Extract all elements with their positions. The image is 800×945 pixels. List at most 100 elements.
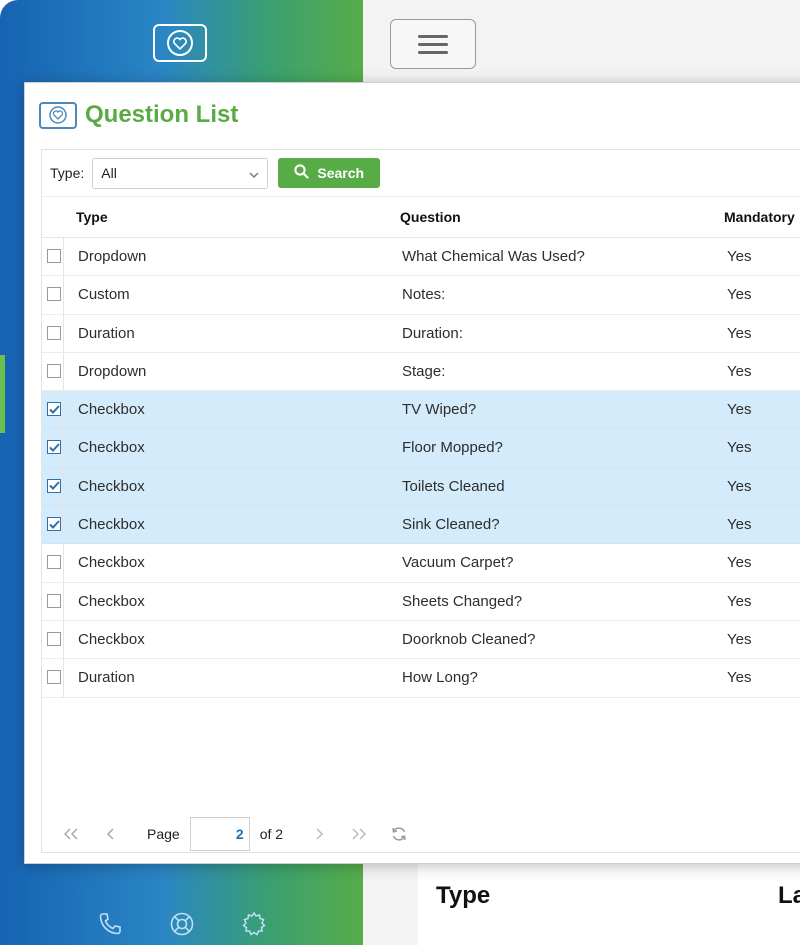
pagination-bar: Page 2 of 2 <box>41 815 800 853</box>
cell-question: TV Wiped? <box>402 401 477 419</box>
background-column-type: Type <box>436 882 491 909</box>
checkbox-column-divider <box>63 238 64 276</box>
cell-question: Vacuum Carpet? <box>402 554 514 572</box>
grid-header: Type Question Mandatory <box>42 197 800 238</box>
last-page-icon[interactable] <box>349 824 369 844</box>
type-filter-label: Type: <box>50 165 85 181</box>
cell-mandatory: Yes <box>727 248 752 265</box>
sidebar-active-indicator <box>0 355 5 433</box>
checkbox-column-divider <box>63 314 64 352</box>
cell-mandatory: Yes <box>727 362 752 380</box>
type-filter-value: All <box>101 165 117 181</box>
cell-type: Checkbox <box>78 554 145 572</box>
row-checkbox[interactable] <box>47 555 61 570</box>
cell-question: What Chemical Was Used? <box>402 248 585 265</box>
row-checkbox[interactable] <box>47 249 61 263</box>
cell-type: Dropdown <box>78 362 147 380</box>
row-checkbox[interactable] <box>47 440 61 455</box>
table-row[interactable]: Checkbox Sink Cleaned? Yes <box>42 506 800 545</box>
prev-page-icon[interactable] <box>101 824 121 844</box>
row-checkbox[interactable] <box>47 287 61 302</box>
cell-mandatory: Yes <box>727 324 752 342</box>
checkbox-column-divider <box>63 506 64 544</box>
support-icon[interactable] <box>168 910 196 938</box>
table-row[interactable]: Checkbox Floor Mopped? Yes <box>42 429 800 468</box>
table-row[interactable]: Custom Notes: Yes <box>42 276 800 315</box>
checkmark-icon <box>48 443 60 452</box>
cell-mandatory: Yes <box>727 439 752 457</box>
checkmark-icon <box>48 481 60 491</box>
question-grid: Type: All Search Type Question Mandatory… <box>41 149 800 853</box>
table-row[interactable]: Checkbox Sheets Changed? Yes <box>42 582 800 621</box>
row-checkbox[interactable] <box>47 517 61 532</box>
checkbox-column-divider <box>63 429 64 467</box>
cell-type: Checkbox <box>78 401 145 419</box>
background-table-header: Type La <box>418 862 800 945</box>
background-column-partial: La <box>778 882 800 909</box>
cell-question: Toilets Cleaned <box>402 477 505 495</box>
row-checkbox[interactable] <box>47 363 61 378</box>
table-row[interactable]: Dropdown What Chemical Was Used? Yes <box>42 238 800 277</box>
cell-question: Doorknob Cleaned? <box>402 630 536 648</box>
cell-type: Dropdown <box>78 248 147 265</box>
checkbox-column-divider <box>63 467 64 506</box>
search-button[interactable]: Search <box>278 158 381 188</box>
table-row[interactable]: Duration Duration: Yes <box>42 314 800 353</box>
cell-question: Duration: <box>402 324 463 342</box>
search-icon <box>294 164 309 182</box>
cell-question: Stage: <box>402 362 446 380</box>
chevron-down-icon <box>249 165 259 181</box>
checkmark-icon <box>48 519 60 529</box>
column-header-question[interactable]: Question <box>400 209 461 225</box>
refresh-icon[interactable] <box>389 824 409 844</box>
cell-type: Checkbox <box>78 592 145 610</box>
column-header-mandatory[interactable]: Mandatory <box>724 209 795 225</box>
cell-mandatory: Yes <box>727 516 752 534</box>
column-header-type[interactable]: Type <box>76 209 108 225</box>
checkbox-column-divider <box>63 659 64 697</box>
cell-mandatory: Yes <box>727 630 752 648</box>
search-button-label: Search <box>317 165 365 181</box>
page-number-input[interactable]: 2 <box>189 817 250 851</box>
table-row[interactable]: Checkbox Doorknob Cleaned? Yes <box>42 620 800 660</box>
settings-icon[interactable] <box>240 910 268 938</box>
cell-type: Checkbox <box>78 516 145 534</box>
cell-type: Duration <box>78 669 135 687</box>
first-page-icon[interactable] <box>61 824 81 844</box>
table-row[interactable]: Duration How Long? Yes <box>42 659 800 698</box>
cell-mandatory: Yes <box>727 669 752 687</box>
cell-type: Duration <box>78 324 135 342</box>
checkbox-column-divider <box>63 544 64 582</box>
cell-question: Notes: <box>402 286 446 304</box>
table-row[interactable]: Checkbox Toilets Cleaned Yes <box>42 467 800 507</box>
table-row[interactable]: Checkbox TV Wiped? Yes <box>42 391 800 430</box>
grid-body: Dropdown What Chemical Was Used? Yes Custom… <box>42 238 800 698</box>
cell-question: Floor Mopped? <box>402 439 503 457</box>
cell-question: Sheets Changed? <box>402 592 523 610</box>
row-checkbox[interactable] <box>47 593 61 608</box>
page-label: Page <box>147 826 180 842</box>
cell-mandatory: Yes <box>727 401 752 419</box>
table-row[interactable]: Checkbox Vacuum Carpet? Yes <box>42 544 800 583</box>
cell-mandatory: Yes <box>727 554 752 572</box>
cell-question: How Long? <box>402 669 478 687</box>
question-list-dialog: Question List Type: All Search Type Ques… <box>24 82 800 864</box>
menu-toggle-button[interactable] <box>390 19 476 69</box>
checkbox-column-divider <box>63 391 64 429</box>
checkbox-column-divider <box>63 276 64 314</box>
app-logo[interactable] <box>153 24 207 62</box>
type-filter-select[interactable]: All <box>92 157 269 189</box>
menu-icon <box>418 34 448 38</box>
phone-icon[interactable] <box>96 910 124 938</box>
heart-logo-icon <box>167 30 193 56</box>
table-row[interactable]: Dropdown Stage: Yes <box>42 352 800 392</box>
row-checkbox[interactable] <box>47 670 61 685</box>
cell-type: Checkbox <box>78 439 145 457</box>
row-checkbox[interactable] <box>47 631 61 646</box>
checkbox-column-divider <box>63 620 64 659</box>
row-checkbox[interactable] <box>47 402 61 417</box>
next-page-icon[interactable] <box>309 824 329 844</box>
row-checkbox[interactable] <box>47 478 61 493</box>
row-checkbox[interactable] <box>47 325 61 340</box>
checkmark-icon <box>48 405 60 414</box>
